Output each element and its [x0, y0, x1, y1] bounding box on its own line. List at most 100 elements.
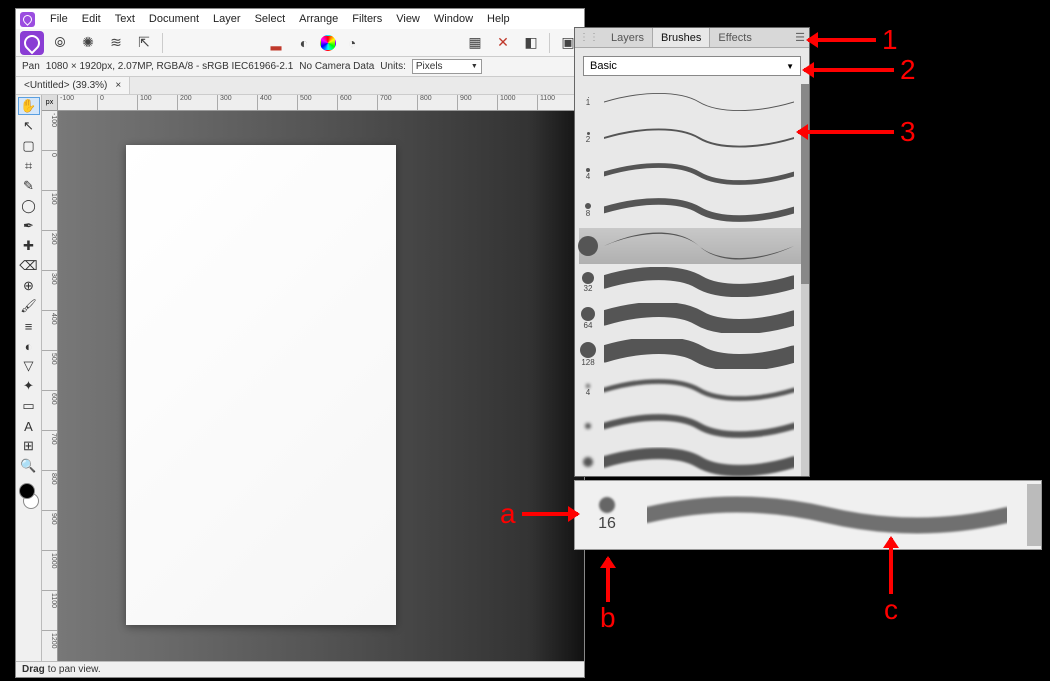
menu-view[interactable]: View [389, 13, 427, 25]
healing-tool[interactable]: ✚ [18, 237, 40, 255]
context-tool: Pan [22, 61, 40, 72]
persona-tonemap-icon[interactable]: ≋ [104, 31, 128, 55]
color-picker[interactable]: ⊕ [18, 277, 40, 295]
pen-tool[interactable]: ✒ [18, 217, 40, 235]
tab-layers[interactable]: Layers [603, 28, 652, 47]
callout-2: 2 [804, 54, 916, 86]
persona-liquify-icon[interactable]: ⦾ [48, 31, 72, 55]
divider [162, 33, 163, 53]
text-tool[interactable]: A [18, 417, 40, 435]
menu-window[interactable]: Window [427, 13, 480, 25]
brush-row[interactable]: 128 [579, 336, 801, 372]
brush-size-label: 4 [586, 388, 590, 397]
brush-row[interactable]: 8 [579, 192, 801, 228]
toggle-icon[interactable]: ◧ [519, 31, 543, 55]
document-page [126, 145, 396, 625]
brush-tool[interactable]: ✎ [18, 177, 40, 195]
brush-tip: 128 [579, 342, 597, 367]
canvas-viewport[interactable]: px -100010020030040050060070080090010001… [42, 95, 584, 661]
callout-a: a [500, 498, 578, 530]
menu-filters[interactable]: Filters [345, 13, 389, 25]
brush-tip-dot [586, 384, 590, 388]
histogram-icon[interactable]: ▂ [264, 31, 288, 55]
brush-tip-zoom: 16 [587, 497, 627, 533]
brush-tip: 2 [579, 132, 597, 144]
close-icon[interactable]: ✕ [491, 31, 515, 55]
brush-size-label: 4 [586, 172, 590, 181]
status-bar: Drag to pan view. [16, 661, 584, 677]
menu-help[interactable]: Help [480, 13, 517, 25]
brush-row[interactable] [579, 408, 801, 444]
close-tab-icon[interactable]: × [115, 80, 121, 91]
app-window: File Edit Text Document Layer Select Arr… [15, 8, 585, 678]
zoom-tool[interactable]: 🔍 [18, 457, 40, 475]
brush-category-dropdown[interactable]: Basic ▼ [583, 56, 801, 76]
brush-size-label: 1 [586, 98, 590, 107]
persona-logo[interactable] [20, 31, 44, 55]
persona-export-icon[interactable]: ⇱ [132, 31, 156, 55]
pan-tool[interactable]: ✋ [18, 97, 40, 115]
paint-brush[interactable]: 🖌 [18, 297, 40, 315]
menu-arrange[interactable]: Arrange [292, 13, 345, 25]
brush-stroke-preview [597, 300, 801, 336]
scrollbar-thumb[interactable] [1027, 484, 1041, 545]
dodge-tool[interactable]: ✦ [18, 377, 40, 395]
grid-icon[interactable]: ▦ [463, 31, 487, 55]
brush-row-zoom: 16 [574, 480, 1042, 550]
tab-brushes[interactable]: Brushes [652, 28, 710, 47]
units-dropdown[interactable]: Pixels ▼ [412, 59, 482, 74]
context-bar: Pan 1080 × 1920px, 2.07MP, RGBA/8 - sRGB… [16, 57, 584, 77]
panel-grip-icon[interactable]: ⋮⋮ [575, 32, 603, 43]
color-swatch[interactable] [19, 483, 39, 509]
brush-stroke-preview [597, 336, 801, 372]
brush-row[interactable]: 1 [579, 84, 801, 120]
context-camera: No Camera Data [299, 61, 374, 72]
callout-c: c [884, 538, 898, 626]
menu-select[interactable]: Select [248, 13, 293, 25]
brush-stroke-zoom [627, 481, 1027, 549]
ruler-corner: px [42, 95, 58, 111]
brush-tip: 32 [579, 272, 597, 293]
menu-text[interactable]: Text [108, 13, 142, 25]
tab-effects[interactable]: Effects [710, 28, 759, 47]
brush-row[interactable]: 4 [579, 372, 801, 408]
scrollbar-thumb[interactable] [801, 84, 809, 284]
menu-layer[interactable]: Layer [206, 13, 248, 25]
brush-tip: 64 [579, 307, 597, 330]
brush-row[interactable]: 64 [579, 300, 801, 336]
fill-tool[interactable]: ◐ [18, 337, 40, 355]
crop-tool[interactable]: ⌗ [18, 157, 40, 175]
brushes-panel: ⋮⋮ Layers Brushes Effects ☰ Basic ▼ 1248… [574, 27, 810, 477]
scope-icon[interactable]: ◐ [292, 31, 316, 55]
brush-row[interactable]: 32 [579, 264, 801, 300]
menubar: File Edit Text Document Layer Select Arr… [16, 9, 584, 29]
document-tab[interactable]: <Untitled> (39.3%) × [16, 77, 130, 94]
brush-row[interactable] [579, 444, 801, 476]
color-wheel-icon[interactable] [320, 35, 336, 51]
persona-develop-icon[interactable]: ✺ [76, 31, 100, 55]
menu-document[interactable]: Document [142, 13, 206, 25]
document-tab-title: <Untitled> (39.3%) [24, 80, 107, 91]
brush-tip: 8 [579, 203, 597, 218]
brush-row[interactable] [579, 228, 801, 264]
selection-tool[interactable]: ▢ [18, 137, 40, 155]
sample-icon[interactable]: ◔ [340, 31, 364, 55]
eraser[interactable]: ≡ [18, 317, 40, 335]
gradient-tool[interactable]: ▽ [18, 357, 40, 375]
brush-stroke-preview [597, 408, 801, 444]
brush-stroke-preview [597, 156, 801, 192]
mesh-tool[interactable]: ⊞ [18, 437, 40, 455]
brush-row[interactable]: 2 [579, 120, 801, 156]
move-tool[interactable]: ↖ [18, 117, 40, 135]
chevron-down-icon: ▼ [471, 63, 478, 70]
shape-tool[interactable]: ▭ [18, 397, 40, 415]
lasso-tool[interactable]: ◯ [18, 197, 40, 215]
brush-tip: 4 [579, 168, 597, 181]
foreground-color[interactable] [19, 483, 35, 499]
menu-edit[interactable]: Edit [75, 13, 108, 25]
clone-tool[interactable]: ⌫ [18, 257, 40, 275]
ruler-horizontal: -100010020030040050060070080090010001100… [58, 95, 584, 111]
menu-file[interactable]: File [43, 13, 75, 25]
status-action: Drag [22, 664, 45, 675]
brush-row[interactable]: 4 [579, 156, 801, 192]
